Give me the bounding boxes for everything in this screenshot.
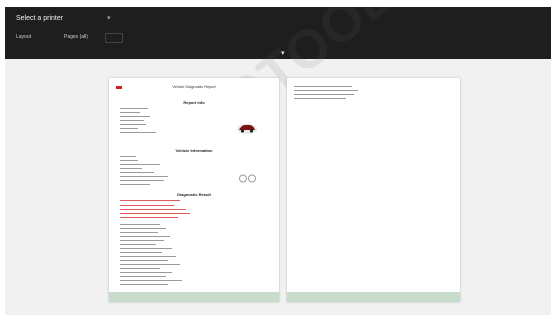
section-title: Report Info [183, 100, 205, 105]
text-line [120, 272, 172, 274]
printer-dropdown-icon[interactable]: ▾ [107, 14, 111, 22]
text-line [120, 120, 144, 122]
text-line [120, 217, 178, 219]
pages-button[interactable]: Pages (all) [64, 34, 88, 40]
text-line [120, 280, 182, 282]
text-line [120, 205, 174, 207]
text-line [120, 180, 164, 182]
text-line [120, 252, 162, 254]
text-line [120, 209, 186, 211]
layout-button[interactable]: Layout [16, 34, 31, 40]
text-line [120, 156, 136, 158]
text-line [120, 228, 166, 230]
text-line [120, 224, 160, 226]
text-line [120, 116, 150, 118]
text-line [294, 98, 346, 100]
text-line [120, 213, 190, 215]
dialog-title: Select a printer [16, 15, 64, 22]
text-line [120, 132, 156, 134]
text-line [294, 90, 358, 92]
car-icon [237, 124, 257, 134]
text-line [120, 244, 156, 246]
text-line [120, 248, 172, 250]
text-line [120, 160, 138, 162]
obd-connector-icon [239, 174, 256, 183]
text-line [120, 264, 180, 266]
text-line [120, 108, 148, 110]
text-line [120, 284, 168, 286]
text-line [120, 276, 166, 278]
page-footer [287, 292, 460, 302]
preview-page-1: Vehicle Diagnostic Report Report Info Ve… [109, 78, 279, 302]
page-footer [109, 292, 279, 302]
text-line [294, 94, 354, 96]
section-title: Diagnostic Result [177, 192, 211, 197]
text-line [120, 176, 168, 178]
text-line [120, 128, 138, 130]
print-dialog: Select a printer ▾ Layout Pages (all) ▾ … [5, 7, 551, 315]
text-line [120, 260, 168, 262]
report-title: Vehicle Diagnostic Report [172, 85, 216, 89]
text-line [120, 256, 176, 258]
text-line [120, 168, 142, 170]
text-line [120, 236, 170, 238]
text-line [120, 184, 150, 186]
text-line [120, 240, 164, 242]
section-title: Vehicle Information [175, 148, 213, 153]
text-line [120, 232, 158, 234]
toolbar-chip[interactable] [105, 33, 123, 43]
text-line [120, 124, 146, 126]
text-line [294, 86, 352, 88]
text-line [120, 164, 160, 166]
text-line [120, 112, 140, 114]
text-line [120, 200, 180, 202]
text-line [120, 172, 154, 174]
text-line [120, 268, 160, 270]
preview-page-2 [287, 78, 460, 302]
